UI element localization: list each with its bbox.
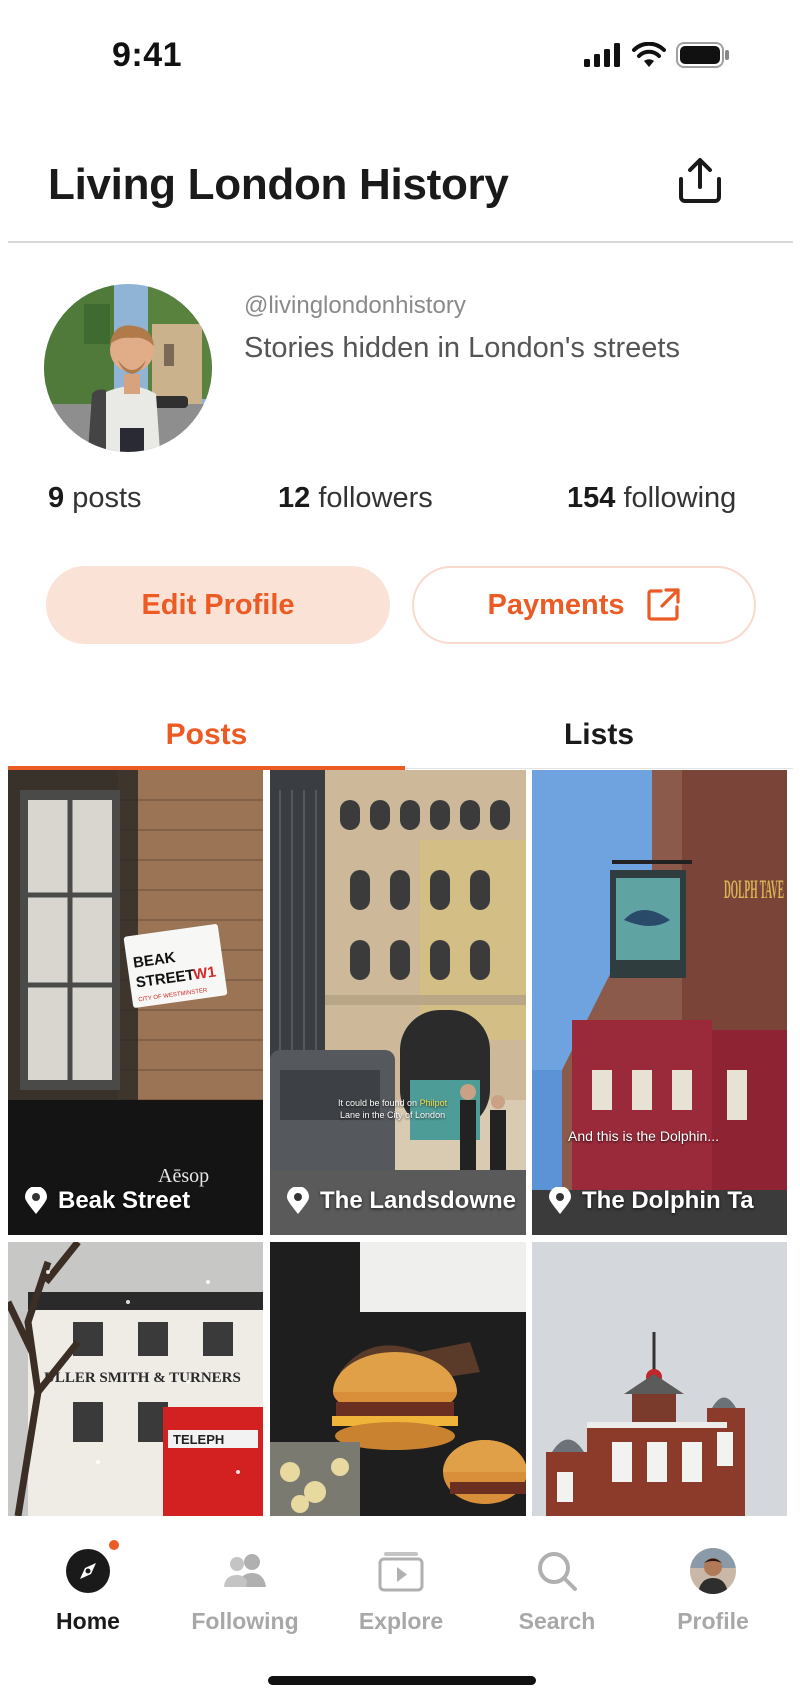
nav-explore[interactable]: Explore xyxy=(331,1546,471,1635)
posts-grid: BEAK STREET W1 CITY OF WESTMINSTER Aēsop… xyxy=(8,770,787,1516)
external-link-icon xyxy=(645,587,681,623)
post-location-label: The Dolphin Ta xyxy=(548,1187,754,1215)
post-tile[interactable]: ULLER SMITH & TURNERS TELEPH xyxy=(8,1242,263,1516)
payments-label: Payments xyxy=(487,588,625,621)
share-icon xyxy=(675,155,725,210)
nav-profile-label: Profile xyxy=(677,1608,749,1634)
wifi-icon xyxy=(632,41,666,73)
location-pin-icon xyxy=(24,1187,48,1215)
pub-facade-text: DOLPH TAVE xyxy=(724,875,784,904)
nav-search[interactable]: Search xyxy=(487,1546,627,1635)
tab-lists[interactable]: Lists xyxy=(405,700,793,770)
tab-posts[interactable]: Posts xyxy=(8,700,405,770)
post-location-label: The Landsdowne xyxy=(286,1187,516,1215)
pub-facade-text: ULLER SMITH & TURNERS xyxy=(44,1370,241,1386)
post-thumbnail xyxy=(270,1242,526,1516)
caption-part2: Lane in the City of London xyxy=(340,1109,446,1120)
stat-posts[interactable]: 9 posts xyxy=(48,482,142,515)
edit-profile-label: Edit Profile xyxy=(141,588,295,621)
caption-highlight: Philpot xyxy=(419,1098,448,1108)
post-thumbnail: ULLER SMITH & TURNERS TELEPH xyxy=(8,1242,263,1516)
battery-icon xyxy=(676,42,730,73)
stat-followers-count: 12 xyxy=(278,482,311,514)
video-caption: And this is the Dolphin... xyxy=(568,1128,719,1144)
play-card-icon xyxy=(376,1546,426,1596)
status-bar: 9:41 xyxy=(0,0,800,110)
notification-dot xyxy=(109,1540,119,1550)
nav-search-label: Search xyxy=(518,1608,596,1634)
page-title: Living London History xyxy=(48,160,509,209)
profile-handle: @livinglondonhistory xyxy=(244,292,466,319)
home-indicator xyxy=(268,1676,536,1685)
street-sign-code: W1 xyxy=(192,963,217,983)
nav-explore-label: Explore xyxy=(358,1608,444,1634)
nav-home-label: Home xyxy=(56,1608,120,1634)
nav-home[interactable]: Home xyxy=(18,1540,158,1635)
profile-tabs: Posts Lists xyxy=(8,700,793,770)
post-thumbnail: BEAK STREET W1 CITY OF WESTMINSTER Aēsop xyxy=(8,770,263,1235)
location-pin-icon xyxy=(286,1187,310,1215)
people-icon xyxy=(220,1546,270,1596)
compass-icon xyxy=(63,1540,119,1596)
nav-following[interactable]: Following xyxy=(175,1546,315,1635)
stat-following-label: following xyxy=(623,482,737,514)
post-tile[interactable]: DOLPH TAVE And this is the Dolphin... Th… xyxy=(532,770,787,1235)
location-pin-icon xyxy=(548,1187,572,1215)
phone-booth-sign: TELEPH xyxy=(173,1432,224,1447)
caption-text: And this is the Dolphin... xyxy=(568,1128,719,1144)
share-button[interactable] xyxy=(672,154,728,210)
post-thumbnail xyxy=(270,770,526,1235)
caption-part1: It could be found on xyxy=(338,1098,420,1108)
post-tile[interactable] xyxy=(532,1242,787,1516)
stat-followers-label: followers xyxy=(318,482,433,514)
stat-posts-count: 9 xyxy=(48,482,65,514)
header-divider xyxy=(8,241,793,243)
post-location-text: The Landsdowne xyxy=(320,1187,517,1214)
payments-button[interactable]: Payments xyxy=(412,566,756,644)
signal-icon xyxy=(584,43,622,72)
bottom-navigation: Home Following Explore Search Profile xyxy=(0,1516,800,1700)
post-tile[interactable]: It could be found on Philpot Lane in the… xyxy=(270,770,526,1235)
profile-stats: 9 posts 12 followers 154 following xyxy=(0,482,800,522)
profile-bio: Stories hidden in London's streets xyxy=(244,332,680,364)
nav-profile[interactable]: Profile xyxy=(643,1546,783,1635)
edit-profile-button[interactable]: Edit Profile xyxy=(46,566,390,644)
header: Living London History xyxy=(0,140,800,240)
status-time: 9:41 xyxy=(112,36,183,74)
stat-posts-label: posts xyxy=(72,482,142,514)
stat-following[interactable]: 154 following xyxy=(567,482,736,515)
stat-followers[interactable]: 12 followers xyxy=(278,482,433,515)
shop-sign: Aēsop xyxy=(158,1165,209,1187)
avatar xyxy=(690,1548,736,1594)
post-thumbnail: DOLPH TAVE xyxy=(532,770,787,1235)
tab-divider xyxy=(405,768,793,769)
status-icons xyxy=(584,41,730,73)
post-location-label: Beak Street xyxy=(24,1187,190,1215)
post-location-text: Beak Street xyxy=(58,1187,191,1214)
search-icon xyxy=(532,1546,582,1596)
video-caption: It could be found on Philpot Lane in the… xyxy=(338,1098,447,1121)
profile-screen: 9:41 Living London History @livinglondon… xyxy=(0,0,800,1700)
profile-avatar[interactable] xyxy=(44,284,212,452)
post-location-text: The Dolphin Ta xyxy=(582,1187,754,1214)
nav-following-label: Following xyxy=(191,1608,299,1634)
post-thumbnail xyxy=(532,1242,787,1516)
post-tile[interactable]: BEAK STREET W1 CITY OF WESTMINSTER Aēsop… xyxy=(8,770,263,1235)
stat-following-count: 154 xyxy=(567,482,616,514)
post-tile[interactable] xyxy=(270,1242,526,1516)
